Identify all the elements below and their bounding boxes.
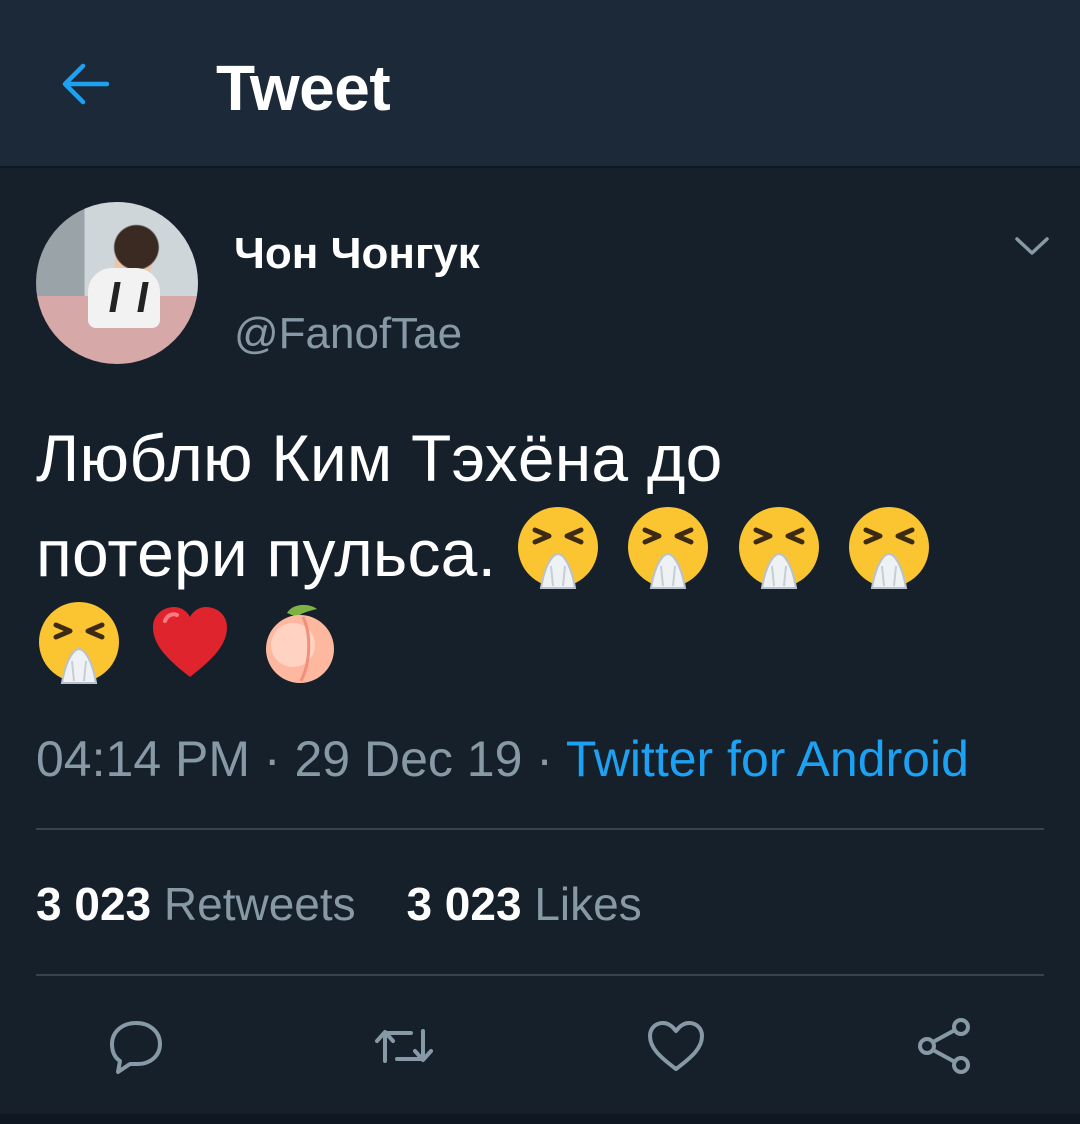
tweet-options-button[interactable] [1008, 226, 1056, 266]
tweet-text: Люблю Ким Тэхёна до потери пульса. [36, 412, 1046, 694]
tweet-meta: 04:14 PM · 29 Dec 19 · Twitter for Andro… [36, 724, 969, 794]
likes-label: Likes [534, 878, 642, 930]
share-button[interactable] [908, 1010, 980, 1082]
likes-count: 3 023 [406, 878, 522, 930]
peach-emoji [266, 604, 335, 683]
tweet-text-line-1: Люблю Ким Тэхёна до [36, 421, 723, 495]
chevron-down-icon [1015, 237, 1049, 255]
retweet-button[interactable] [368, 1010, 440, 1082]
retweets-label: Retweets [163, 878, 356, 930]
divider [36, 974, 1044, 976]
like-button[interactable] [640, 1010, 712, 1082]
avatar[interactable] [36, 202, 198, 364]
reply-button[interactable] [100, 1010, 172, 1082]
sneezing-face-emoji [517, 507, 598, 589]
avatar-figure [88, 268, 160, 328]
back-arrow-icon [62, 63, 110, 105]
sneezing-face-emoji [738, 507, 819, 589]
tweet-time: 04:14 PM [36, 731, 251, 787]
page-title: Tweet [216, 52, 391, 124]
heart-icon [648, 1021, 704, 1071]
top-bar: Tweet [0, 0, 1080, 168]
meta-separator: · [522, 731, 566, 787]
likes-stat[interactable]: 3 023 Likes [406, 872, 641, 936]
tweet-date: 29 Dec 19 [294, 731, 523, 787]
retweets-count: 3 023 [36, 878, 152, 930]
retweets-stat[interactable]: 3 023 Retweets [36, 872, 356, 936]
tweet-source-link[interactable]: Twitter for Android [566, 731, 969, 787]
share-icon [918, 1018, 970, 1074]
sneezing-face-emoji [849, 507, 930, 589]
author-handle[interactable]: @FanofTae [234, 306, 462, 362]
tweet-text-line-2: потери пульса. [36, 516, 497, 590]
sneezing-face-emoji [39, 602, 119, 684]
bottom-border [0, 1114, 1080, 1124]
sneezing-face-emoji [628, 507, 709, 589]
divider [36, 828, 1044, 830]
red-heart-emoji [152, 607, 227, 677]
meta-separator: · [250, 731, 295, 787]
retweet-icon [375, 1029, 433, 1063]
back-button[interactable] [50, 52, 120, 116]
author-name[interactable]: Чон Чонгук [234, 226, 480, 282]
reply-icon [110, 1021, 162, 1074]
tweet-stats: 3 023 Retweets 3 023 Likes [36, 872, 680, 936]
